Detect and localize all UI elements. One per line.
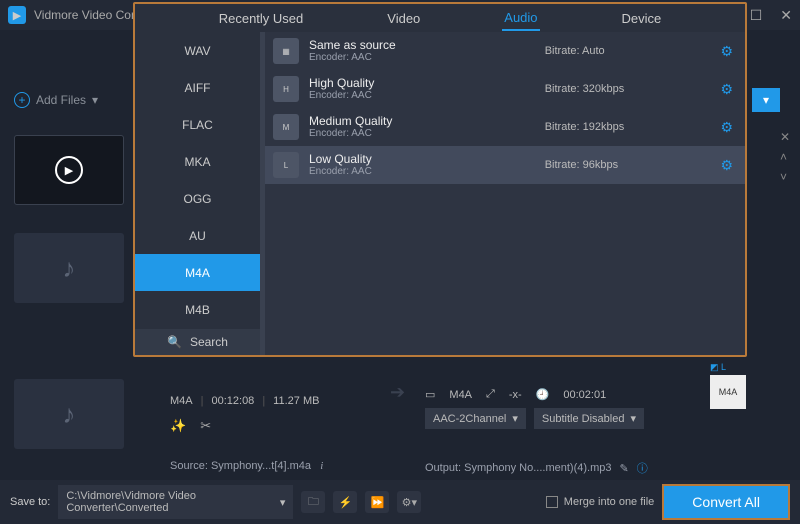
preset-high-quality[interactable]: H High Quality Encoder: AAC Bitrate: 320…	[265, 70, 745, 108]
format-dropdown-toggle[interactable]: ▾	[752, 88, 780, 112]
save-to-label: Save to:	[10, 496, 50, 508]
gear-icon[interactable]: ⚙	[720, 157, 733, 174]
add-files-label: Add Files	[36, 93, 86, 107]
format-search[interactable]: 🔍 Search	[135, 329, 260, 355]
format-flac[interactable]: FLAC	[135, 106, 260, 143]
format-m4a[interactable]: M4A	[135, 254, 260, 291]
preset-icon: L	[273, 152, 299, 178]
effects-icon[interactable]: ✨	[170, 418, 186, 434]
format-aiff[interactable]: AIFF	[135, 69, 260, 106]
tab-device[interactable]: Device	[620, 7, 664, 30]
format-au[interactable]: AU	[135, 217, 260, 254]
save-path-input[interactable]: C:\Vidmore\Vidmore Video Converter\Conve…	[58, 485, 293, 519]
gear-icon[interactable]: ⚙	[720, 119, 733, 136]
arrow-icon: ➔	[390, 382, 405, 403]
preset-list: ▦ Same as source Encoder: AAC Bitrate: A…	[265, 32, 745, 355]
tab-audio[interactable]: Audio	[502, 6, 539, 31]
preset-low-quality[interactable]: L Low Quality Encoder: AAC Bitrate: 96kb…	[265, 146, 745, 184]
audio-thumbnail-1[interactable]: ♪	[14, 233, 124, 303]
format-wav[interactable]: WAV	[135, 32, 260, 69]
add-files-button[interactable]: + Add Files ▾	[14, 92, 98, 108]
edit-icon[interactable]: ✎	[619, 462, 628, 475]
format-panel: Recently Used Video Audio Device WAV AIF…	[133, 2, 747, 357]
move-down-icon[interactable]: ˅	[780, 170, 790, 184]
preview-thumbnail[interactable]: ▶	[14, 135, 124, 205]
move-up-icon[interactable]: ˄	[780, 150, 790, 164]
format-m4b[interactable]: M4B	[135, 291, 260, 328]
chevron-down-icon: ▾	[92, 93, 98, 107]
expand-icon: ⤢	[486, 388, 495, 401]
close-icon[interactable]: ✕	[780, 7, 792, 24]
film-icon: ▭	[425, 388, 435, 401]
file-info: M4A| 00:12:08| 11.27 MB	[170, 395, 319, 407]
audio-channel-select[interactable]: AAC-2Channel▾	[425, 408, 526, 429]
output-format-target[interactable]: ◩ L M4A	[710, 362, 746, 409]
gpu-accel-icon[interactable]: ⚡	[333, 491, 357, 513]
settings-icon[interactable]: ⚙▾	[397, 491, 421, 513]
high-speed-icon[interactable]: ⏩	[365, 491, 389, 513]
music-note-icon: ♪	[63, 399, 76, 430]
app-logo-icon: ▶	[8, 6, 26, 24]
preset-icon: H	[273, 76, 299, 102]
music-note-icon: ♪	[63, 253, 76, 284]
plus-icon: +	[14, 92, 30, 108]
checkbox-icon	[546, 496, 558, 508]
preset-medium-quality[interactable]: M Medium Quality Encoder: AAC Bitrate: 1…	[265, 108, 745, 146]
play-icon: ▶	[55, 156, 83, 184]
clock-icon: 🕘	[536, 388, 550, 401]
preset-same-as-source[interactable]: ▦ Same as source Encoder: AAC Bitrate: A…	[265, 32, 745, 70]
format-ogg[interactable]: OGG	[135, 180, 260, 217]
tab-recently-used[interactable]: Recently Used	[217, 7, 306, 30]
preset-icon: M	[273, 114, 299, 140]
format-mka[interactable]: MKA	[135, 143, 260, 180]
output-text: Output: Symphony No....ment)(4).mp3 ✎ ⓘ	[425, 460, 648, 476]
preset-icon: ▦	[273, 38, 299, 64]
info-icon[interactable]: ⓘ	[637, 460, 648, 476]
tab-video[interactable]: Video	[385, 7, 422, 30]
merge-checkbox[interactable]: Merge into one file	[546, 496, 655, 508]
cut-icon[interactable]: ✂	[200, 418, 211, 434]
bottom-bar: Save to: C:\Vidmore\Vidmore Video Conver…	[0, 480, 800, 524]
browse-folder-icon[interactable]: 🗀	[301, 491, 325, 513]
close-panel-icon[interactable]: ✕	[780, 130, 790, 144]
convert-all-button[interactable]: Convert All	[662, 484, 790, 520]
format-list: WAV AIFF FLAC MKA OGG AU M4A M4B 🔍 Searc…	[135, 32, 261, 355]
gear-icon[interactable]: ⚙	[720, 43, 733, 60]
audio-thumbnail-2[interactable]: ♪	[14, 379, 124, 449]
maximize-icon[interactable]: ☐	[750, 7, 763, 24]
search-icon: 🔍	[167, 335, 182, 349]
subtitle-select[interactable]: Subtitle Disabled▾	[534, 408, 644, 429]
search-label: Search	[190, 335, 228, 349]
source-text: Source: Symphony...t[4].m4a i	[170, 460, 323, 472]
gear-icon[interactable]: ⚙	[720, 81, 733, 98]
target-format-label: M4A	[710, 375, 746, 409]
